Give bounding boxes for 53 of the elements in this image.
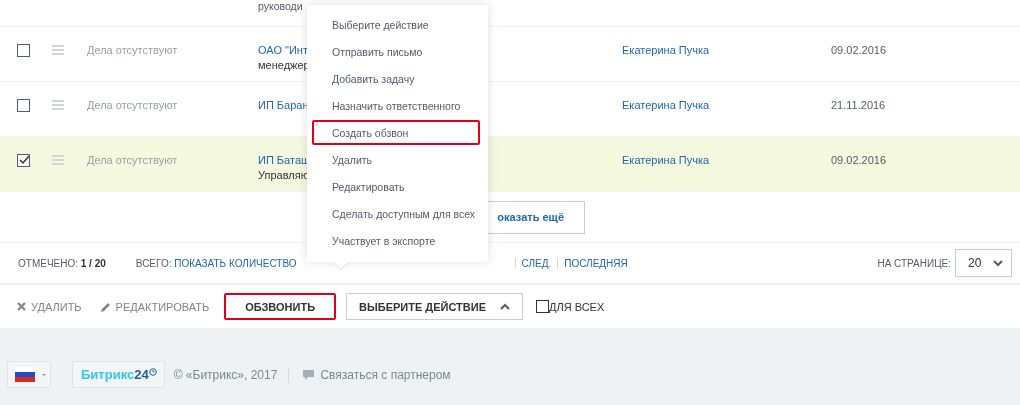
close-icon bbox=[17, 302, 26, 311]
company-link[interactable]: ОАО "Инт bbox=[258, 44, 308, 56]
drag-handle-icon[interactable] bbox=[52, 45, 64, 55]
chat-icon bbox=[303, 369, 315, 380]
menu-pointer-icon bbox=[333, 262, 349, 270]
date-text: 09.02.2016 bbox=[831, 44, 887, 56]
language-button[interactable] bbox=[7, 361, 51, 388]
per-page-select[interactable]: 20 bbox=[955, 249, 1012, 277]
action-dropdown[interactable]: ВЫБЕРИТЕ ДЕЙСТВИЕ bbox=[346, 293, 524, 320]
contact-note: руководи bbox=[258, 0, 303, 12]
pager-link[interactable]: СЛЕД. bbox=[514, 257, 558, 269]
checked-count: ОТМЕЧЕНО: 1 / 20 bbox=[18, 257, 106, 269]
checkbox[interactable] bbox=[17, 44, 30, 57]
check-icon bbox=[18, 154, 31, 166]
menu-item[interactable]: Выберите действие bbox=[312, 12, 480, 37]
delete-button[interactable]: УДАЛИТЬ bbox=[14, 293, 85, 320]
pager-link[interactable]: ПОСЛЕДНЯЯ bbox=[557, 257, 634, 269]
date-text: 21.11.2016 bbox=[831, 99, 886, 111]
contact-note: Управляю bbox=[258, 169, 309, 181]
checkbox[interactable] bbox=[17, 99, 30, 112]
menu-item[interactable]: Назначить ответственного bbox=[312, 93, 480, 118]
for-all-label: ДЛЯ ВСЕХ bbox=[549, 300, 605, 313]
menu-item[interactable]: Добавить задачу bbox=[312, 66, 480, 91]
menu-item[interactable]: Удалить bbox=[312, 147, 480, 172]
contact-note: менеджер bbox=[258, 59, 310, 71]
flag-icon bbox=[15, 367, 35, 382]
date-text: 09.02.2016 bbox=[831, 154, 887, 166]
edit-button[interactable]: РЕДАКТИРОВАТЬ bbox=[96, 293, 213, 320]
chevron-down-icon bbox=[993, 259, 1003, 267]
caret-icon bbox=[42, 373, 46, 376]
checkbox[interactable] bbox=[536, 300, 550, 313]
copyright-text: © «Битрикс», 2017 bbox=[173, 367, 278, 382]
responsible-link[interactable]: Екатерина Пучка bbox=[622, 44, 710, 56]
drag-handle-icon[interactable] bbox=[52, 155, 64, 165]
chevron-up-icon bbox=[500, 302, 511, 311]
activity-text: Дела отсутствуют bbox=[87, 99, 178, 111]
pencil-icon bbox=[99, 300, 111, 313]
clock-icon bbox=[148, 368, 157, 376]
menu-item[interactable]: Отправить письмо bbox=[312, 39, 480, 64]
checkbox[interactable] bbox=[17, 154, 30, 167]
partner-link[interactable]: Связаться с партнером bbox=[303, 367, 451, 382]
call-button[interactable]: ОБЗВОНИТЬ bbox=[224, 293, 337, 320]
drag-handle-icon[interactable] bbox=[52, 100, 64, 110]
bitrix24-logo[interactable]: Битрикс24 bbox=[72, 361, 165, 388]
responsible-link[interactable]: Екатерина Пучка bbox=[622, 154, 710, 166]
show-count-link[interactable]: ПОКАЗАТЬ КОЛИЧЕСТВО bbox=[174, 257, 297, 269]
activity-text: Дела отсутствуют bbox=[87, 44, 178, 56]
total-label: ВСЕГО: bbox=[135, 257, 172, 269]
menu-item[interactable]: Создать обзвон bbox=[312, 120, 480, 145]
menu-item[interactable]: Редактировать bbox=[312, 174, 480, 199]
per-page-label: НА СТРАНИЦЕ: bbox=[877, 257, 951, 269]
responsible-link[interactable]: Екатерина Пучка bbox=[622, 99, 710, 111]
activity-text: Дела отсутствуют bbox=[87, 154, 178, 166]
